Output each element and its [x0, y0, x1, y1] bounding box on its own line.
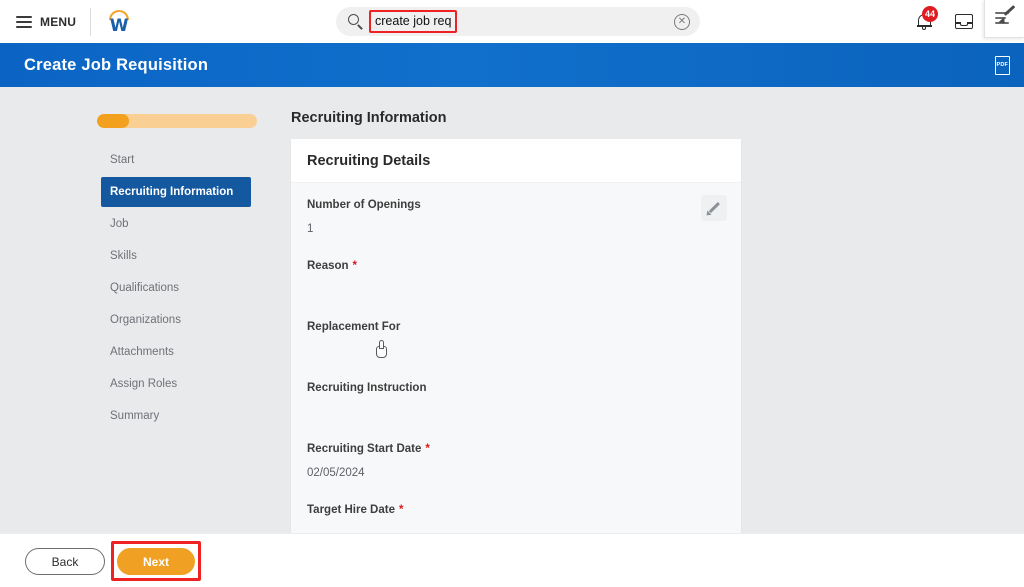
- recruiting-details-card: Recruiting Details Number of Openings 1 Re…: [291, 139, 741, 587]
- field-reason: Reason *: [307, 260, 725, 297]
- sidebar-item-attachments[interactable]: Attachments: [101, 337, 251, 367]
- field-value[interactable]: 1: [307, 223, 725, 236]
- inbox-button[interactable]: [944, 0, 984, 43]
- search-input[interactable]: create job req: [369, 10, 458, 33]
- clear-circle-icon[interactable]: ✕: [674, 13, 690, 30]
- main-content: Recruiting Information Recruiting Detail…: [283, 87, 1024, 587]
- edit-list-popup[interactable]: [984, 0, 1024, 38]
- field-label-text: Target Hire Date: [307, 504, 395, 516]
- menu-button[interactable]: MENU: [0, 0, 90, 43]
- field-label: Reason *: [307, 260, 725, 272]
- field-value[interactable]: 02/05/2024: [307, 467, 725, 480]
- card-body: Number of Openings 1 Reason * Replacement Fo…: [291, 183, 741, 587]
- notifications-button[interactable]: 44: [904, 0, 944, 43]
- field-label: Recruiting Instruction: [307, 382, 725, 394]
- wizard-progress-fill: [97, 114, 129, 128]
- field-label: Recruiting Start Date *: [307, 443, 725, 455]
- global-search[interactable]: create job req ✕: [336, 7, 700, 36]
- field-label: Replacement For: [307, 321, 725, 333]
- sidebar-item-start[interactable]: Start: [101, 145, 251, 175]
- field-value[interactable]: [307, 284, 725, 297]
- workday-logo-icon: W: [106, 8, 132, 36]
- back-button[interactable]: Back: [25, 548, 105, 575]
- pdf-icon-label: PDF: [996, 61, 1009, 68]
- workday-logo[interactable]: W: [91, 8, 147, 36]
- hamburger-icon: [16, 15, 32, 28]
- field-recruiting-instruction: Recruiting Instruction: [307, 382, 725, 419]
- next-button[interactable]: Next: [117, 548, 195, 575]
- field-recruiting-start-date: Recruiting Start Date * 02/05/2024: [307, 443, 725, 480]
- required-marker: *: [352, 260, 358, 272]
- inbox-icon: [954, 14, 973, 29]
- edit-list-icon: [994, 5, 1015, 27]
- page-title: Create Job Requisition: [24, 55, 209, 74]
- search-icon: [348, 14, 363, 30]
- section-title: Recruiting Information: [291, 110, 447, 126]
- field-value[interactable]: [307, 406, 725, 419]
- field-label-text: Recruiting Start Date: [307, 443, 422, 455]
- field-label: Number of Openings: [307, 199, 725, 211]
- card-header-title: Recruiting Details: [291, 139, 741, 183]
- sidebar-item-skills[interactable]: Skills: [101, 241, 251, 271]
- wizard-step-list: Start Recruiting Information Job Skills Qual…: [101, 145, 251, 433]
- notification-badge: 44: [921, 6, 938, 22]
- workday-create-job-requisition-screen: MENU W create job req ✕ 44 Create Job Re…: [0, 0, 1024, 587]
- pdf-export-icon: PDF: [994, 55, 1010, 75]
- field-value[interactable]: [307, 345, 725, 358]
- required-marker: *: [398, 504, 404, 516]
- page-title-bar: Create Job Requisition PDF: [0, 43, 1024, 87]
- field-label-text: Recruiting Instruction: [307, 382, 427, 394]
- pointer-hand-cursor: [375, 340, 391, 360]
- field-list: Number of Openings 1 Reason * Replacement Fo…: [307, 199, 725, 587]
- pdf-export-button[interactable]: PDF: [990, 53, 1014, 77]
- field-label-text: Reason: [307, 260, 349, 272]
- wizard-sidebar: Start Recruiting Information Job Skills Qual…: [0, 87, 283, 587]
- global-header: MENU W create job req ✕ 44: [0, 0, 1024, 43]
- field-number-of-openings: Number of Openings 1: [307, 199, 725, 236]
- sidebar-item-job[interactable]: Job: [101, 209, 251, 239]
- required-marker: *: [425, 443, 430, 455]
- sidebar-item-organizations[interactable]: Organizations: [101, 305, 251, 335]
- search-box[interactable]: create job req ✕: [336, 7, 700, 36]
- wizard-progress-bar: [97, 114, 257, 128]
- logo-letter: W: [109, 15, 129, 36]
- sidebar-item-assign-roles[interactable]: Assign Roles: [101, 369, 251, 399]
- sidebar-item-qualifications[interactable]: Qualifications: [101, 273, 251, 303]
- pencil-icon: [704, 201, 721, 218]
- field-label: Target Hire Date *: [307, 504, 725, 516]
- field-label-text: Replacement For: [307, 321, 401, 333]
- edit-section-button[interactable]: [701, 195, 727, 221]
- field-label-text: Number of Openings: [307, 199, 421, 211]
- wizard-footer: Back Next: [0, 533, 1024, 587]
- field-replacement-for: Replacement For: [307, 321, 725, 358]
- page-body: Start Recruiting Information Job Skills Qual…: [0, 87, 1024, 587]
- sidebar-item-summary[interactable]: Summary: [101, 401, 251, 431]
- menu-button-label: MENU: [40, 14, 77, 29]
- sidebar-item-recruiting-information[interactable]: Recruiting Information: [101, 177, 251, 207]
